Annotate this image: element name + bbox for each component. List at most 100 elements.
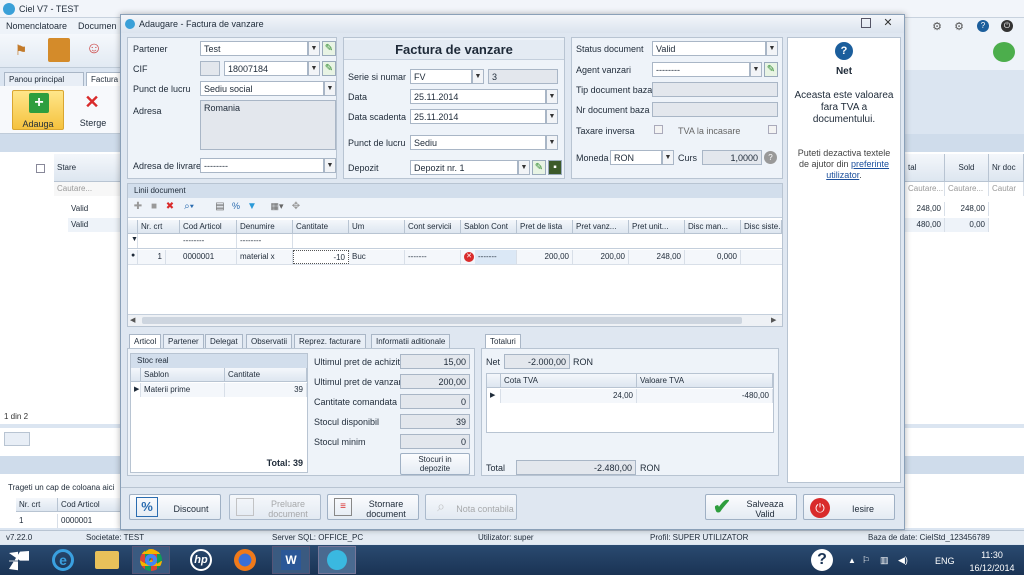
chevron-down-icon[interactable]: ▼ (308, 41, 320, 56)
search-icon[interactable]: ⌕▾ (180, 201, 198, 213)
col-cod-articol[interactable]: Cod Articol (180, 220, 237, 234)
cif-prefix-input[interactable] (200, 61, 220, 76)
folder-icon[interactable] (88, 546, 126, 574)
pencil-icon[interactable]: ✎ (322, 41, 336, 56)
stoc-cell-cantitate[interactable]: 39 (225, 383, 307, 397)
pencil-icon[interactable]: ✎ (532, 160, 546, 175)
col-pret-lista[interactable]: Pret de lista (517, 220, 573, 234)
network-icon[interactable]: ▥ (880, 555, 889, 566)
ie-icon[interactable]: e (44, 546, 82, 574)
tva-cell-cota[interactable]: 24,00 (501, 389, 637, 403)
moneda-input[interactable]: RON (610, 150, 662, 165)
tab-totaluri[interactable]: Totaluri (485, 334, 521, 348)
scroll-thumb[interactable] (142, 317, 742, 324)
settings-icon[interactable]: ⚙ (953, 20, 965, 33)
delete-row-icon[interactable]: ✖ (164, 201, 176, 213)
hp-icon[interactable]: hp (182, 546, 220, 574)
menu-documente[interactable]: Documen (78, 21, 117, 31)
col-denumire[interactable]: Denumire (237, 220, 293, 234)
chevron-down-icon[interactable]: ▼ (662, 150, 674, 165)
stoc-cell-sablon[interactable]: Materii prime (141, 383, 225, 397)
percent-icon[interactable]: % (230, 201, 242, 213)
chevron-down-icon[interactable]: ▼ (324, 158, 336, 173)
serie-input[interactable]: FV (410, 69, 472, 84)
agent-input[interactable]: -------- (652, 62, 750, 77)
cell-nr[interactable]: 1 (138, 250, 166, 264)
chevron-down-icon[interactable]: ▼ (308, 61, 320, 76)
tab-observatii[interactable]: Observatii (246, 334, 293, 348)
col-sablon-cont[interactable]: Sablon Cont (461, 220, 517, 234)
col-um[interactable]: Um (349, 220, 405, 234)
bg-col-sold[interactable]: Sold (945, 154, 989, 182)
chevron-down-icon[interactable]: ▼ (546, 89, 558, 104)
table-row[interactable]: ● 1 0000001 material x -10 Buc ------- ✕… (128, 250, 782, 265)
clock-time[interactable]: 11:30 (972, 550, 1012, 560)
tab-articol[interactable]: Articol (129, 334, 162, 348)
stornare-button[interactable]: ≡ Stornare document (327, 494, 419, 520)
cell-um[interactable]: Buc (349, 250, 405, 264)
cell-denumire[interactable]: material x (237, 250, 293, 264)
handshake-icon[interactable]: ⚑ (8, 42, 34, 60)
save-row-icon[interactable]: ■ (148, 201, 160, 213)
firefox-icon[interactable] (226, 546, 264, 574)
punct-lucru-input[interactable]: Sediu social (200, 81, 324, 96)
filter-cod[interactable]: -------- (180, 234, 237, 248)
image-icon[interactable]: ▪ (548, 160, 562, 175)
discount-button[interactable]: % Discount (129, 494, 221, 520)
users-icon[interactable]: ☺ (82, 40, 106, 62)
chat-icon[interactable] (993, 42, 1015, 62)
chevron-down-icon[interactable]: ▼ (324, 81, 336, 96)
filter-denumire[interactable]: -------- (237, 234, 293, 248)
stoc-col-cantitate[interactable]: Cantitate (225, 368, 307, 382)
cell-sablon[interactable]: ------- (475, 250, 517, 264)
tip-baza-input[interactable] (652, 82, 778, 97)
help-tray-icon[interactable]: ? (804, 546, 840, 574)
col-cont-servicii[interactable]: Cont servicii (405, 220, 461, 234)
cell-disc-manual[interactable]: 0,000 (685, 250, 741, 264)
bg-col-stare[interactable]: Stare (54, 154, 125, 182)
bg-row-stare[interactable]: Valid (68, 218, 125, 232)
bg-col-total[interactable]: tal (905, 154, 945, 182)
move-icon[interactable]: ✥ (290, 201, 302, 213)
filter-icon[interactable]: ▼ (246, 201, 258, 213)
cell-pret-vanzare[interactable]: 200,00 (573, 250, 629, 264)
stocuri-button[interactable]: Stocuri in depozite (400, 453, 470, 475)
data-input[interactable]: 25.11.2014 (410, 89, 546, 104)
chevron-down-icon[interactable]: ▼ (546, 109, 558, 124)
tab-partener[interactable]: Partener (163, 334, 204, 348)
pencil-icon[interactable]: ✎ (764, 62, 778, 77)
maximize-icon[interactable] (861, 18, 871, 28)
chevron-down-icon[interactable]: ▼ (546, 135, 558, 150)
cell-cont[interactable]: ------- (405, 250, 461, 264)
col-cantitate[interactable]: Cantitate (293, 220, 349, 234)
close-icon[interactable]: ✕ (881, 16, 895, 30)
tray-arrow-icon[interactable]: ▲ (848, 556, 856, 565)
ciel-icon[interactable] (318, 546, 356, 574)
bg-filter[interactable]: Cautar (989, 182, 1024, 196)
col-disc-sistem[interactable]: Disc siste... (741, 220, 782, 234)
punct-lucru2-input[interactable]: Sediu (410, 135, 546, 150)
salveaza-button[interactable]: ✔ Salveaza Valid (705, 494, 797, 520)
data-scadenta-input[interactable]: 25.11.2014 (410, 109, 546, 124)
bg-filter[interactable]: Cautare... (54, 182, 125, 196)
preluare-button[interactable]: Preluare document (229, 494, 321, 520)
iesire-button[interactable]: ⏻ Iesire (803, 494, 895, 520)
chevron-down-icon[interactable]: ▼ (750, 62, 762, 77)
tva-cell-valoare[interactable]: -480,00 (637, 389, 773, 403)
curs-input[interactable]: 1,0000 (702, 150, 762, 165)
col-disc-manual[interactable]: Disc man... (685, 220, 741, 234)
tva-col-valoare[interactable]: Valoare TVA (637, 374, 773, 388)
tab-informatii-aditionale[interactable]: Informatii aditionale (371, 334, 451, 348)
adresa-textarea[interactable]: Romania (200, 100, 336, 150)
status-doc-input[interactable]: Valid (652, 41, 766, 56)
bg-sub-col-nr[interactable]: Nr. crt (16, 498, 58, 512)
cell-pret-lista[interactable]: 200,00 (517, 250, 573, 264)
chevron-down-icon[interactable]: ▼ (518, 160, 530, 175)
col-pret-vanzare[interactable]: Pret vanz... (573, 220, 629, 234)
word-icon[interactable]: W (272, 546, 310, 574)
add-row-icon[interactable]: ✚ (132, 201, 144, 213)
numar-input[interactable]: 3 (488, 69, 558, 84)
chrome-icon[interactable] (132, 546, 170, 574)
package-icon[interactable] (48, 38, 70, 62)
tab-panou-principal[interactable]: Panou principal (4, 72, 84, 86)
